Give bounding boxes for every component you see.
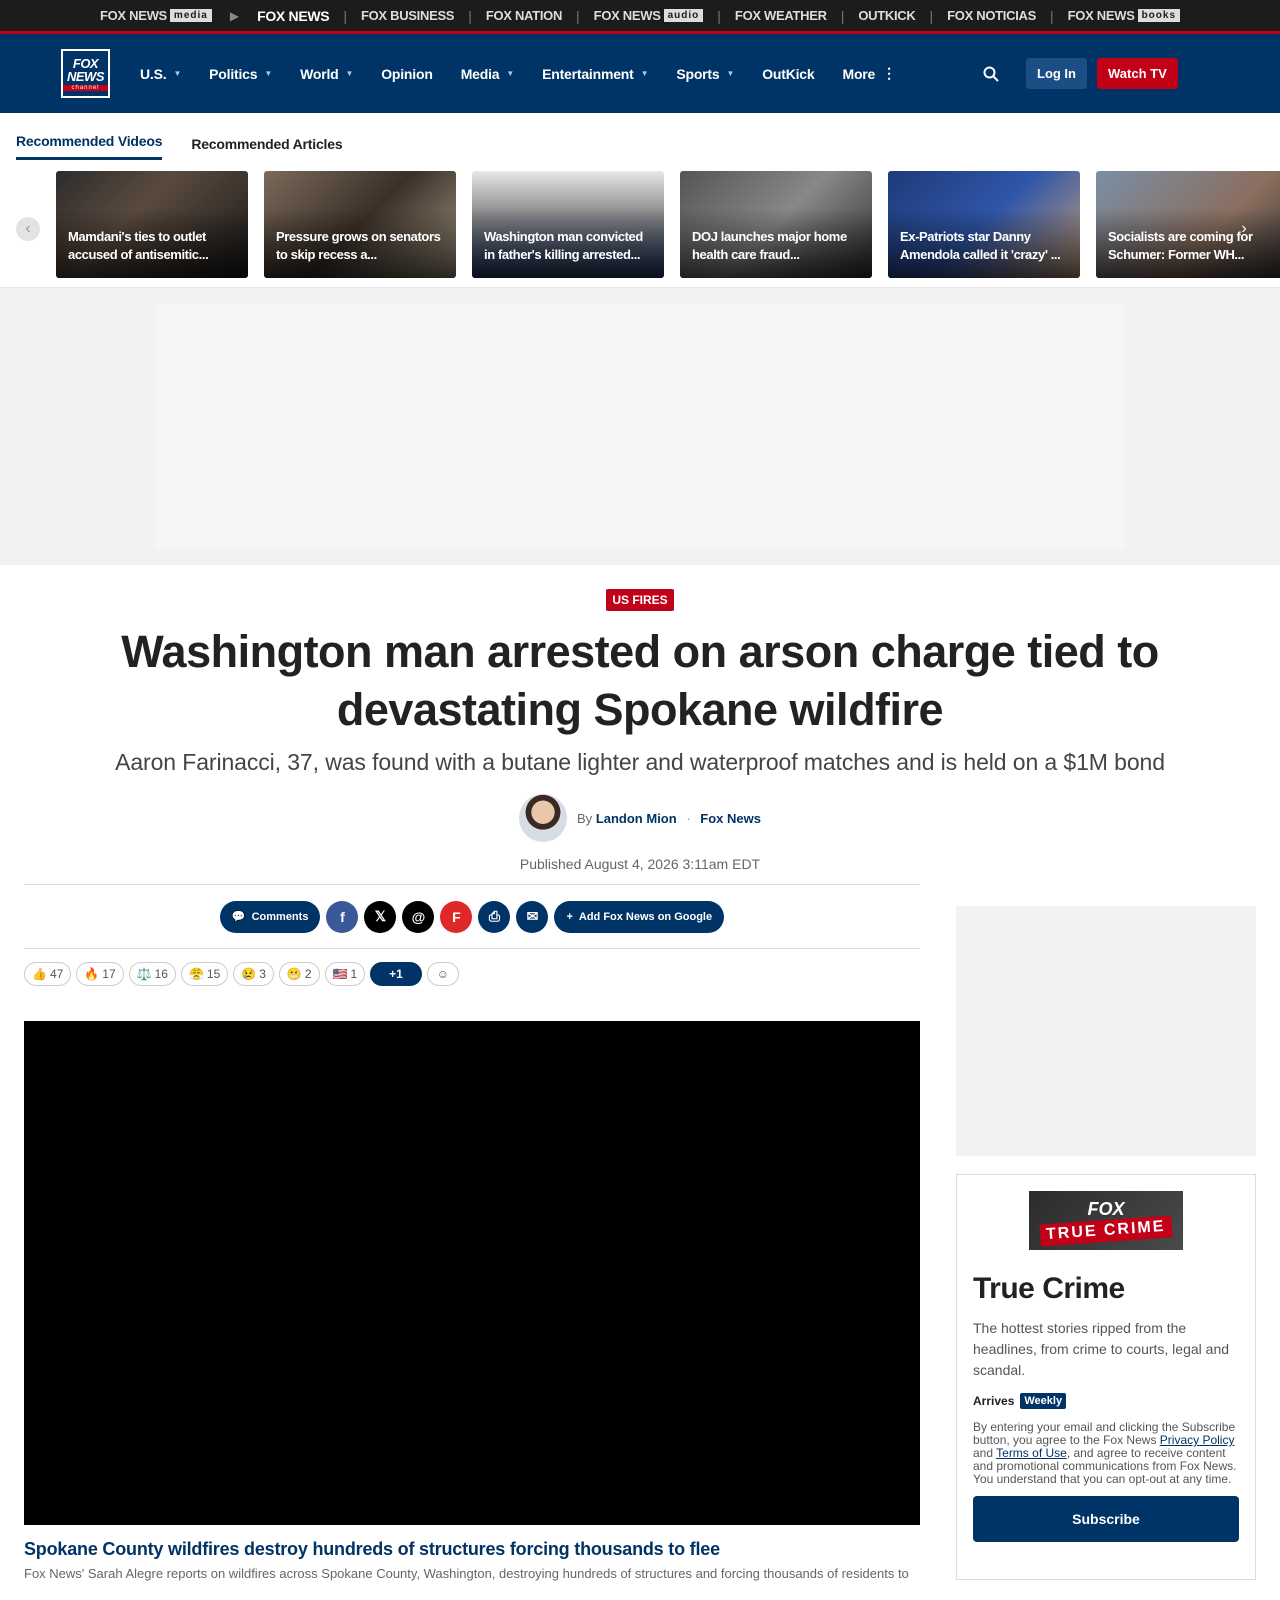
caret-down-icon: ▼ [264,69,273,78]
nav-item-sports[interactable]: Sports ▼ [676,66,734,82]
org-link[interactable]: Fox News [700,811,761,826]
video-card[interactable]: Pressure grows on senators to skip reces… [264,171,456,278]
nav-item-outkick[interactable]: OutKick [762,66,814,82]
nav-item-media[interactable]: Media ▼ [461,66,515,82]
video-title[interactable]: Spokane County wildfires destroy hundred… [24,1539,720,1560]
facebook-icon[interactable]: f [326,900,359,933]
caret-down-icon: ▼ [640,69,649,78]
tab-recommended-videos[interactable]: Recommended Videos [16,133,163,160]
network-link-nation[interactable]: FOX NATION [472,8,576,23]
network-link-audio[interactable]: FOX NEWS audio [580,8,718,23]
comments-button[interactable]: 💬 Comments [219,900,321,933]
nav-actions: Log In Watch TV [980,34,1178,113]
nav-item-world[interactable]: World ▼ [300,66,353,82]
flipboard-icon[interactable]: F [440,900,473,933]
newsletter-terms: By entering your email and clicking the … [973,1420,1237,1486]
ad-banner-area [0,288,1280,565]
true-crime-logo: FOX TRUE CRIME [1029,1191,1183,1250]
plus-icon: + [566,910,573,923]
reaction-us-flag[interactable]: 🇺🇸 1 [324,962,366,986]
video-card[interactable]: Washington man convicted in father's kil… [472,171,664,278]
comment-bubble-icon: 💬 [231,911,246,923]
print-icon[interactable]: ⎙ [478,900,511,933]
sidebar-ad-slot [956,906,1256,1156]
video-card[interactable]: Ex-Patriots star Danny Amendola called i… [888,171,1080,278]
separator-dot: · [686,810,691,826]
video-card[interactable]: Mamdani's ties to outlet accused of anti… [56,171,248,278]
search-icon[interactable] [980,63,1002,85]
watch-tv-button[interactable]: Watch TV [1097,58,1178,89]
newsletter-signup: FOX TRUE CRIME True Crime The hottest st… [956,1174,1256,1580]
threads-icon[interactable]: @ [402,900,435,933]
more-dots-icon: ⋮ [882,65,896,81]
nav-menu: U.S. ▼ Politics ▼ World ▼ Opinion Media ▼ En… [140,65,924,82]
caret-down-icon: ▼ [173,69,182,78]
recommended-tabs: Recommended Videos Recommended Articles [0,113,1280,160]
article-header: US FIRES Washington man arrested on arso… [0,565,1280,872]
author-avatar[interactable] [519,794,568,842]
add-fox-news-on-google-button[interactable]: + Add Fox News on Google [554,900,725,933]
article-subhead: Aaron Farinacci, 37, was found with a bu… [115,749,1165,775]
author-link[interactable]: Landon Mion [596,811,677,826]
network-link-books[interactable]: FOX NEWS books [1054,8,1194,23]
reaction-grimace[interactable]: 😬 2 [278,962,320,986]
reaction-scales[interactable]: ⚖️ 16 [128,962,176,986]
ad-slot [155,304,1125,549]
nav-item-opinion[interactable]: Opinion [381,66,433,82]
nav-item-politics[interactable]: Politics ▼ [209,66,272,82]
video-player[interactable] [24,1021,920,1525]
login-button[interactable]: Log In [1026,58,1087,89]
carousel-prev-icon[interactable]: ‹ [16,217,40,241]
x-twitter-icon[interactable]: 𝕏 [364,900,397,933]
article-content: 💬 Comments f 𝕏 @ F ⎙ ✉ + Add Fox News on G… [0,872,1280,1581]
network-bar: FOX NEWS media ▶ FOX NEWS | FOX BUSINESS … [0,0,1280,34]
carousel-next-icon[interactable]: › [1232,217,1256,241]
reactions-bar: 👍 47 🔥 17 ⚖️ 16 😤 15 😢 3 😬 2 🇺🇸 1 +1 ☺ [24,962,459,986]
fox-news-logo[interactable]: FOX NEWS channel [61,49,110,98]
nav-item-more[interactable]: More ⋮ [842,65,896,82]
play-arrow-icon: ▶ [229,8,240,23]
reaction-angry[interactable]: 😤 15 [180,962,229,986]
nav-item-entertainment[interactable]: Entertainment ▼ [542,66,648,82]
network-link-weather[interactable]: FOX WEATHER [721,8,841,23]
frequency-badge: Weekly [1020,1393,1067,1409]
network-link-business[interactable]: FOX BUSINESS [347,8,468,23]
network-link-noticias[interactable]: FOX NOTICIAS [933,8,1050,23]
byline: By Landon Mion · Fox News [0,794,1280,842]
reaction-sad[interactable]: 😢 3 [233,962,274,986]
article-headline: Washington man arrested on arson charge … [121,626,1159,735]
tab-recommended-articles[interactable]: Recommended Articles [191,136,342,160]
category-kicker[interactable]: US FIRES [606,589,674,611]
newsletter-description: The hottest stories ripped from the head… [973,1320,1230,1378]
reaction-fire[interactable]: 🔥 17 [76,962,124,986]
video-carousel: Mamdani's ties to outlet accused of anti… [0,160,1280,288]
nav-item-us[interactable]: U.S. ▼ [140,66,181,82]
network-link-outkick[interactable]: OUTKICK [844,8,929,23]
network-link-foxnews[interactable]: FOX NEWS [243,8,343,24]
add-reaction-icon[interactable]: ☺ [426,962,459,986]
terms-of-use-link[interactable]: Terms of Use [996,1446,1067,1460]
publish-date: Published August 4, 2026 3:11am EDT [519,856,761,872]
share-toolbar: 💬 Comments f 𝕏 @ F ⎙ ✉ + Add Fox News on G… [24,884,920,949]
privacy-policy-link[interactable]: Privacy Policy [1160,1433,1235,1447]
caret-down-icon: ▼ [726,69,735,78]
video-card[interactable]: DOJ launches major home health care frau… [680,171,872,278]
main-nav: FOX NEWS channel U.S. ▼ Politics ▼ World ▼ … [0,34,1280,113]
caret-down-icon: ▼ [506,69,515,78]
email-icon[interactable]: ✉ [516,900,549,933]
reactions-more-button[interactable]: +1 [370,962,422,986]
reaction-thumbs-up[interactable]: 👍 47 [24,962,72,986]
video-description: Fox News' Sarah Alegre reports on wildfi… [24,1566,909,1581]
newsletter-title: True Crime [973,1272,1125,1305]
network-link-media[interactable]: FOX NEWS media [86,8,226,23]
caret-down-icon: ▼ [345,69,354,78]
subscribe-button[interactable]: Subscribe [973,1496,1239,1542]
newsletter-frequency: Arrives Weekly [973,1393,1239,1409]
